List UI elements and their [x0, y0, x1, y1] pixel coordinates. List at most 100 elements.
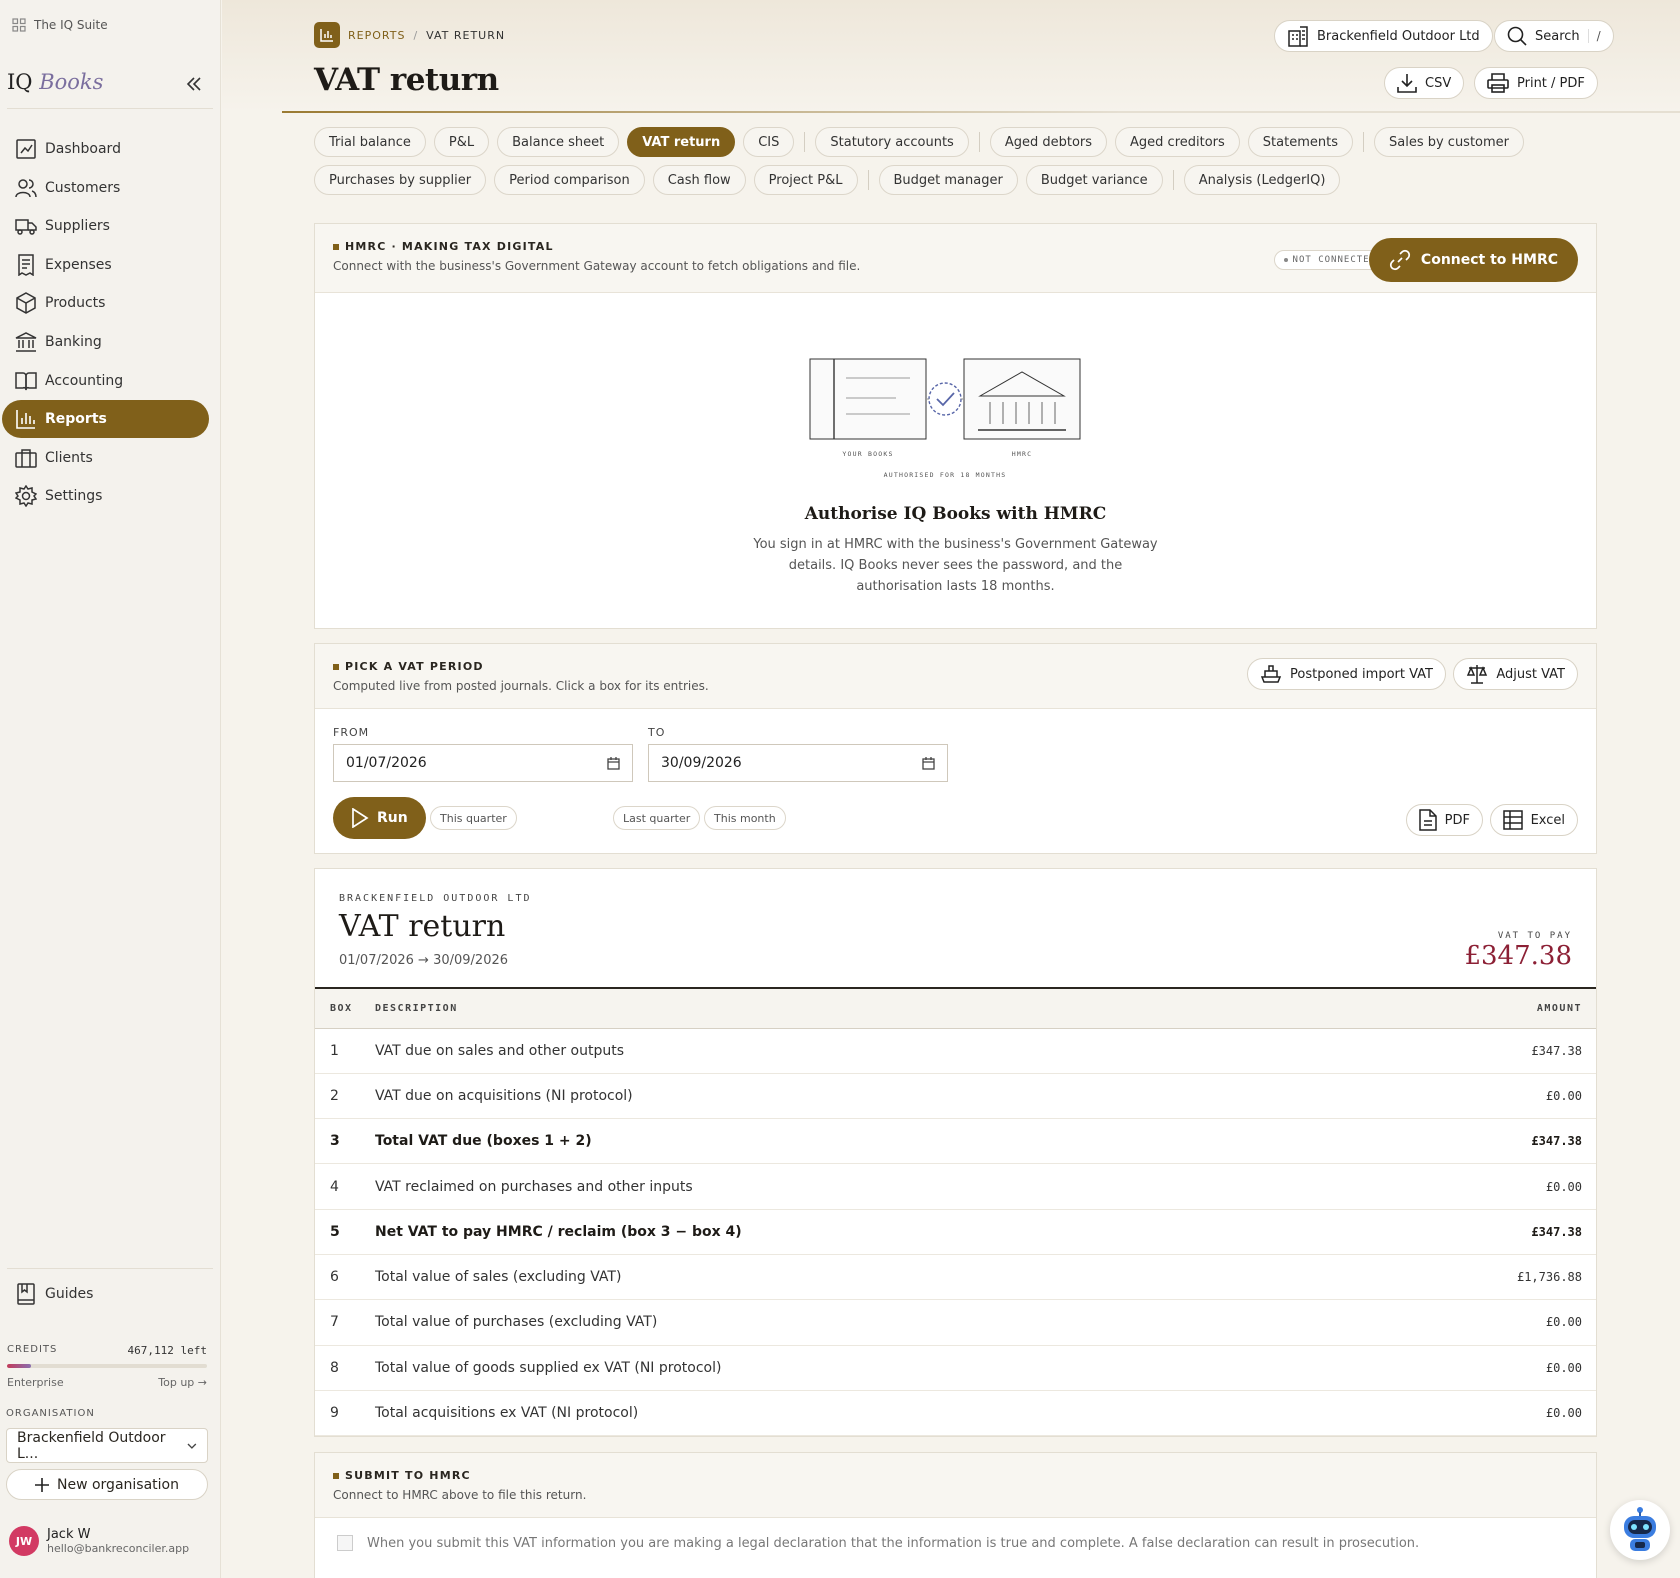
box-amount: £0.00 — [1379, 1345, 1596, 1391]
run-button[interactable]: Run — [333, 797, 426, 839]
sidebar-item-dashboard[interactable]: Dashboard — [2, 130, 209, 168]
tab-aged-creditors[interactable]: Aged creditors — [1115, 127, 1240, 157]
preset-this-quarter[interactable]: This quarter — [430, 806, 517, 830]
box-amount: £0.00 — [1379, 1390, 1596, 1437]
breadcrumb: REPORTS / VAT RETURN — [314, 22, 505, 48]
tab-budget-manager[interactable]: Budget manager — [878, 165, 1018, 195]
sidebar-item-expenses[interactable]: Expenses — [2, 246, 209, 284]
tab-aged-debtors[interactable]: Aged debtors — [989, 127, 1108, 157]
sidebar-item-banking[interactable]: Banking — [2, 323, 209, 361]
sidebar-item-products[interactable]: Products — [2, 284, 209, 322]
sidebar-item-label: Accounting — [45, 372, 124, 389]
header-divider — [282, 111, 1680, 113]
box-number: 8 — [315, 1345, 375, 1391]
tab-budget-variance[interactable]: Budget variance — [1025, 165, 1163, 195]
dashboard-icon — [16, 139, 36, 159]
box-description: Total acquisitions ex VAT (NI protocol) — [375, 1390, 1380, 1437]
tab-sales-by-customer[interactable]: Sales by customer — [1373, 127, 1525, 157]
credits-bar-fill — [7, 1364, 31, 1368]
assistant-bot-button[interactable] — [1610, 1500, 1670, 1560]
tab-p-l[interactable]: P&L — [433, 127, 490, 157]
box-description: Total value of sales (excluding VAT) — [375, 1254, 1380, 1301]
tab-purchases-by-supplier[interactable]: Purchases by supplier — [314, 165, 487, 195]
export-pdf-button[interactable]: PDF — [1405, 804, 1483, 836]
sidebar-divider — [7, 108, 213, 109]
to-date-input[interactable]: 30/09/2026 — [648, 744, 948, 782]
table-row[interactable]: 7 Total value of purchases (excluding VAT… — [315, 1299, 1596, 1346]
top-up-link[interactable]: Top up → — [158, 1376, 207, 1389]
company-switcher-button[interactable]: Brackenfield Outdoor Ltd — [1274, 20, 1493, 52]
postponed-import-vat-button[interactable]: Postponed import VAT — [1247, 658, 1446, 690]
table-row[interactable]: 2 VAT due on acquisitions (NI protocol) £0… — [315, 1073, 1596, 1120]
organisation-select[interactable]: Brackenfield Outdoor L... — [6, 1428, 208, 1463]
box-number: 1 — [315, 1028, 375, 1074]
organisation-value: Brackenfield Outdoor L... — [17, 1429, 166, 1462]
tab-cash-flow[interactable]: Cash flow — [652, 165, 746, 195]
app-logo[interactable]: IQ Books — [7, 70, 103, 94]
sidebar: The IQ Suite IQ Books Dashboard Customer… — [0, 0, 221, 1578]
table-row[interactable]: 9 Total acquisitions ex VAT (NI protocol)… — [315, 1390, 1596, 1437]
chevron-down-icon — [187, 1443, 197, 1449]
adjust-vat-button[interactable]: Adjust VAT — [1453, 658, 1578, 690]
sidebar-item-clients[interactable]: Clients — [2, 439, 209, 477]
sidebar-item-settings[interactable]: Settings — [2, 477, 209, 515]
tab-vat-return[interactable]: VAT return — [627, 127, 736, 157]
search-button[interactable]: Search / — [1494, 20, 1614, 52]
sidebar-item-reports[interactable]: Reports — [2, 400, 209, 439]
box-description: Total value of purchases (excluding VAT) — [375, 1299, 1380, 1346]
sidebar-item-accounting[interactable]: Accounting — [2, 362, 209, 400]
table-row[interactable]: 5 Net VAT to pay HMRC / reclaim (box 3 − … — [315, 1209, 1596, 1255]
connect-hmrc-button[interactable]: Connect to HMRC — [1368, 238, 1578, 282]
sidebar-item-suppliers[interactable]: Suppliers — [2, 207, 209, 245]
from-date-input[interactable]: 01/07/2026 — [333, 744, 633, 782]
preset-this-month[interactable]: This month — [704, 806, 786, 830]
table-row[interactable]: 3 Total VAT due (boxes 1 + 2) £347.38 — [315, 1118, 1596, 1165]
tab-separator — [978, 132, 980, 152]
book-icon — [15, 371, 37, 390]
declaration-checkbox[interactable] — [337, 1535, 353, 1551]
credits-left: 467,112 left — [127, 1344, 207, 1357]
sidebar-item-guides[interactable]: Guides — [2, 1275, 207, 1313]
print-pdf-label: Print / PDF — [1517, 75, 1585, 91]
box-description: VAT reclaimed on purchases and other inp… — [375, 1163, 1380, 1210]
box-description: VAT due on acquisitions (NI protocol) — [375, 1073, 1380, 1120]
box-amount: £0.00 — [1379, 1299, 1596, 1346]
print-pdf-button[interactable]: Print / PDF — [1474, 67, 1598, 99]
authorise-description: You sign in at HMRC with the business's … — [753, 537, 1158, 594]
user-profile[interactable]: JW Jack W hello@bankreconciler.app — [9, 1526, 189, 1556]
reports-badge-icon — [314, 22, 340, 48]
tab-statutory-accounts[interactable]: Statutory accounts — [815, 127, 969, 157]
column-header-description: DESCRIPTION — [375, 988, 1380, 1029]
collapse-sidebar-button[interactable] — [184, 74, 204, 94]
hmrc-card-header: HMRC · MAKING TAX DIGITAL Connect with t… — [315, 224, 1596, 293]
sidebar-item-customers[interactable]: Customers — [2, 169, 209, 207]
tab-balance-sheet[interactable]: Balance sheet — [497, 127, 620, 157]
table-row[interactable]: 4 VAT reclaimed on purchases and other in… — [315, 1163, 1596, 1210]
tab-trial-balance[interactable]: Trial balance — [314, 127, 426, 157]
breadcrumb-reports[interactable]: REPORTS — [348, 29, 405, 42]
report-header: BRACKENFIELD OUTDOOR LTD VAT return 01/0… — [315, 869, 1596, 987]
chevrons-left-icon — [186, 77, 201, 91]
sidebar-nav: Dashboard Customers Suppliers Expenses P… — [0, 130, 221, 516]
company-name: Brackenfield Outdoor Ltd — [1317, 28, 1480, 44]
download-icon — [1397, 74, 1417, 93]
link-icon — [1389, 249, 1410, 271]
tab-period-comparison[interactable]: Period comparison — [494, 165, 645, 195]
table-row[interactable]: 8 Total value of goods supplied ex VAT (N… — [315, 1345, 1596, 1391]
authorise-title: Authorise IQ Books with HMRC — [804, 504, 1107, 524]
csv-button[interactable]: CSV — [1384, 67, 1465, 99]
box-amount: £347.38 — [1379, 1209, 1596, 1255]
table-row[interactable]: 6 Total value of sales (excluding VAT) £1,… — [315, 1254, 1596, 1301]
tab-analysis-ledgeriq[interactable]: Analysis (LedgerIQ) — [1183, 165, 1341, 195]
tab-cis[interactable]: CIS — [743, 127, 795, 157]
export-excel-button[interactable]: Excel — [1489, 804, 1578, 836]
new-organisation-button[interactable]: New organisation — [6, 1469, 208, 1500]
suite-switcher[interactable]: The IQ Suite — [12, 18, 108, 32]
user-email: hello@bankreconciler.app — [47, 1542, 190, 1555]
table-row[interactable]: 1 VAT due on sales and other outputs £347.… — [315, 1028, 1596, 1074]
credits-label: CREDITS — [7, 1344, 58, 1355]
tab-project-p-l[interactable]: Project P&L — [753, 165, 858, 195]
tab-statements[interactable]: Statements — [1247, 127, 1353, 157]
preset-last-quarter[interactable]: Last quarter — [613, 806, 701, 830]
column-header-amount: AMOUNT — [1379, 988, 1596, 1029]
